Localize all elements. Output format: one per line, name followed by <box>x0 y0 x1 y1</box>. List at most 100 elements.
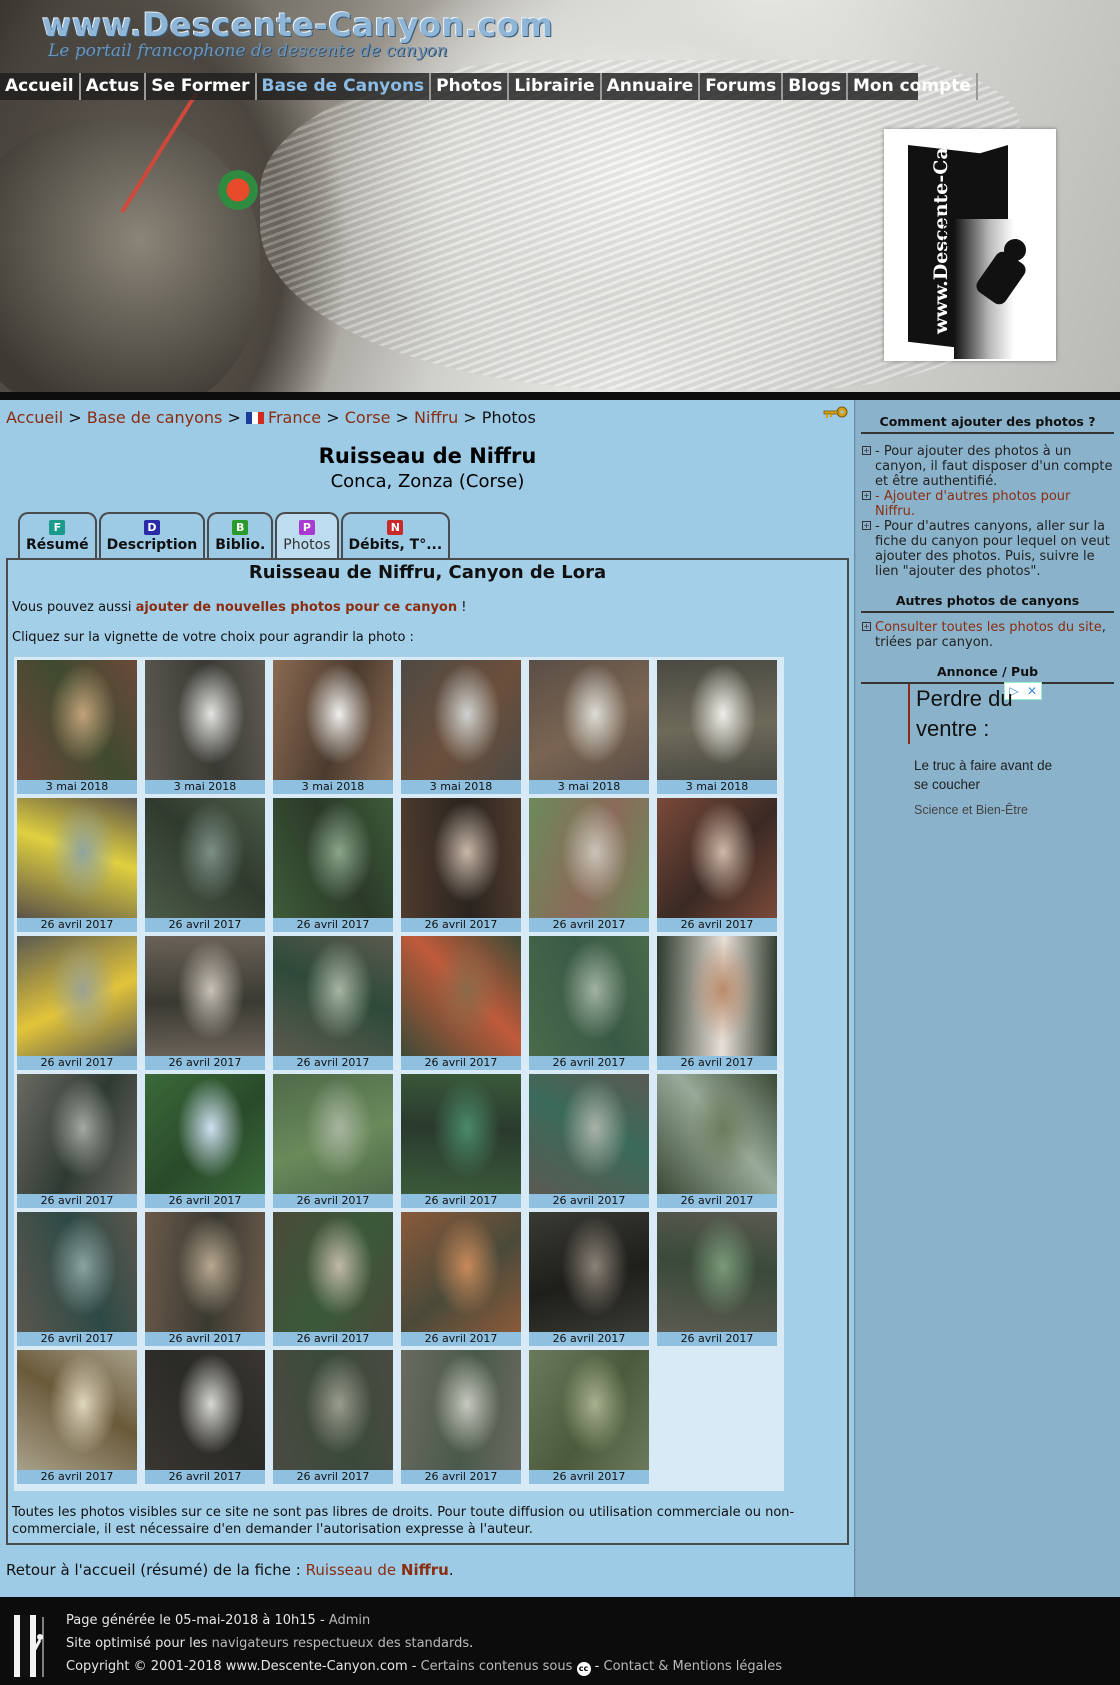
photo-thumbnail[interactable]: 26 avril 2017 <box>273 1212 393 1346</box>
photo-thumbnail[interactable]: 3 mai 2018 <box>273 660 393 794</box>
photo-image[interactable] <box>401 936 521 1056</box>
photo-thumbnail[interactable]: 26 avril 2017 <box>273 936 393 1070</box>
breadcrumb-niffru[interactable]: Niffru <box>414 408 458 427</box>
photo-thumbnail[interactable]: 26 avril 2017 <box>273 1350 393 1484</box>
photo-thumbnail[interactable]: 26 avril 2017 <box>401 798 521 932</box>
photo-thumbnail[interactable]: 3 mai 2018 <box>401 660 521 794</box>
photo-thumbnail[interactable]: 26 avril 2017 <box>17 1074 137 1208</box>
breadcrumb-france[interactable]: France <box>268 408 321 427</box>
photo-image[interactable] <box>529 1074 649 1194</box>
all-photos-link[interactable]: Consulter toutes les photos du site <box>875 620 1102 635</box>
tab-debits[interactable]: N Débits, T°... <box>340 512 451 558</box>
nav-item-librairie[interactable]: Librairie <box>509 73 602 100</box>
tab-photos[interactable]: P Photos <box>275 512 339 558</box>
photo-image[interactable] <box>273 798 393 918</box>
nav-item-actus[interactable]: Actus <box>81 73 147 100</box>
advertisement[interactable]: ▷ ✕ Perdre du ventre : Le truc à faire av… <box>908 682 1058 834</box>
nav-item-base-de-canyons[interactable]: Base de Canyons <box>257 73 432 100</box>
creative-commons-icon[interactable]: cc <box>576 1662 591 1676</box>
photo-thumbnail[interactable]: 26 avril 2017 <box>529 798 649 932</box>
photo-thumbnail[interactable]: 26 avril 2017 <box>145 1212 265 1346</box>
photo-thumbnail[interactable]: 3 mai 2018 <box>529 660 649 794</box>
photo-image[interactable] <box>145 798 265 918</box>
photo-thumbnail[interactable]: 26 avril 2017 <box>657 936 777 1070</box>
licence-link[interactable]: Certains contenus sous <box>421 1659 573 1674</box>
photo-thumbnail[interactable]: 26 avril 2017 <box>273 798 393 932</box>
standards-link[interactable]: navigateurs respectueux des standards <box>212 1636 470 1651</box>
photo-image[interactable] <box>145 1074 265 1194</box>
tab-description[interactable]: D Description <box>98 512 206 558</box>
photo-image[interactable] <box>145 1212 265 1332</box>
breadcrumb-base-canyons[interactable]: Base de canyons <box>87 408 223 427</box>
photo-image[interactable] <box>657 660 777 780</box>
tab-biblio[interactable]: B Biblio. <box>207 512 274 558</box>
photo-image[interactable] <box>401 1074 521 1194</box>
photo-thumbnail[interactable]: 26 avril 2017 <box>17 1212 137 1346</box>
photo-thumbnail[interactable]: 26 avril 2017 <box>17 1350 137 1484</box>
photo-thumbnail[interactable]: 3 mai 2018 <box>657 660 777 794</box>
photo-thumbnail[interactable]: 3 mai 2018 <box>17 660 137 794</box>
photo-thumbnail[interactable]: 26 avril 2017 <box>145 936 265 1070</box>
tab-resume[interactable]: F Résumé <box>18 512 97 558</box>
photo-thumbnail[interactable]: 26 avril 2017 <box>401 1074 521 1208</box>
nav-item-accueil[interactable]: Accueil <box>0 73 81 100</box>
photo-image[interactable] <box>17 660 137 780</box>
photo-thumbnail[interactable]: 26 avril 2017 <box>145 798 265 932</box>
photo-image[interactable] <box>657 936 777 1056</box>
photo-thumbnail[interactable]: 26 avril 2017 <box>529 1212 649 1346</box>
photo-image[interactable] <box>529 798 649 918</box>
photo-image[interactable] <box>17 1350 137 1470</box>
photo-thumbnail[interactable]: 26 avril 2017 <box>273 1074 393 1208</box>
photo-thumbnail[interactable]: 26 avril 2017 <box>657 1074 777 1208</box>
nav-item-mon-compte[interactable]: Mon compte <box>848 73 978 100</box>
photo-image[interactable] <box>657 798 777 918</box>
photo-thumbnail[interactable]: 26 avril 2017 <box>145 1074 265 1208</box>
photo-thumbnail[interactable]: 26 avril 2017 <box>401 936 521 1070</box>
breadcrumb-accueil[interactable]: Accueil <box>6 408 63 427</box>
nav-item-forums[interactable]: Forums <box>700 73 784 100</box>
photo-image[interactable] <box>401 660 521 780</box>
photo-image[interactable] <box>529 660 649 780</box>
photo-image[interactable] <box>17 1074 137 1194</box>
photo-image[interactable] <box>145 1350 265 1470</box>
photo-image[interactable] <box>529 1212 649 1332</box>
photo-thumbnail[interactable]: 26 avril 2017 <box>17 936 137 1070</box>
photo-image[interactable] <box>145 660 265 780</box>
photo-image[interactable] <box>273 660 393 780</box>
photo-image[interactable] <box>17 798 137 918</box>
photo-image[interactable] <box>529 1350 649 1470</box>
photo-thumbnail[interactable]: 26 avril 2017 <box>401 1212 521 1346</box>
contact-link[interactable]: Contact & Mentions légales <box>604 1659 782 1674</box>
ad-title[interactable]: Perdre du ventre : <box>908 684 1038 744</box>
nav-item-se-former[interactable]: Se Former <box>146 73 257 100</box>
back-link[interactable]: Ruisseau de Niffru <box>306 1561 449 1579</box>
photo-image[interactable] <box>401 798 521 918</box>
nav-item-photos[interactable]: Photos <box>431 73 510 100</box>
ad-source[interactable]: Science et Bien-Être <box>914 803 1028 817</box>
photo-image[interactable] <box>273 1350 393 1470</box>
add-more-photos-link[interactable]: - Ajouter d'autres photos pour Niffru. <box>875 489 1070 519</box>
key-icon[interactable] <box>822 406 848 422</box>
photo-image[interactable] <box>273 1074 393 1194</box>
photo-image[interactable] <box>273 1212 393 1332</box>
site-title[interactable]: www.Descente-Canyon.com <box>42 6 553 44</box>
photo-image[interactable] <box>17 936 137 1056</box>
admin-link[interactable]: Admin <box>329 1613 370 1628</box>
nav-item-annuaire[interactable]: Annuaire <box>602 73 701 100</box>
photo-image[interactable] <box>657 1074 777 1194</box>
photo-image[interactable] <box>657 1212 777 1332</box>
photo-thumbnail[interactable]: 3 mai 2018 <box>145 660 265 794</box>
photo-image[interactable] <box>529 936 649 1056</box>
photo-thumbnail[interactable]: 26 avril 2017 <box>529 1074 649 1208</box>
photo-image[interactable] <box>145 936 265 1056</box>
photo-thumbnail[interactable]: 26 avril 2017 <box>657 1212 777 1346</box>
photo-image[interactable] <box>401 1350 521 1470</box>
photo-thumbnail[interactable]: 26 avril 2017 <box>17 798 137 932</box>
photo-thumbnail[interactable]: 26 avril 2017 <box>401 1350 521 1484</box>
photo-thumbnail[interactable]: 26 avril 2017 <box>145 1350 265 1484</box>
photo-image[interactable] <box>17 1212 137 1332</box>
site-logo[interactable]: www.Descente-Canyon .com <box>884 129 1056 361</box>
photo-thumbnail[interactable]: 26 avril 2017 <box>657 798 777 932</box>
nav-item-blogs[interactable]: Blogs <box>783 73 848 100</box>
ad-text[interactable]: Le truc à faire avant de se coucher <box>914 756 1054 794</box>
